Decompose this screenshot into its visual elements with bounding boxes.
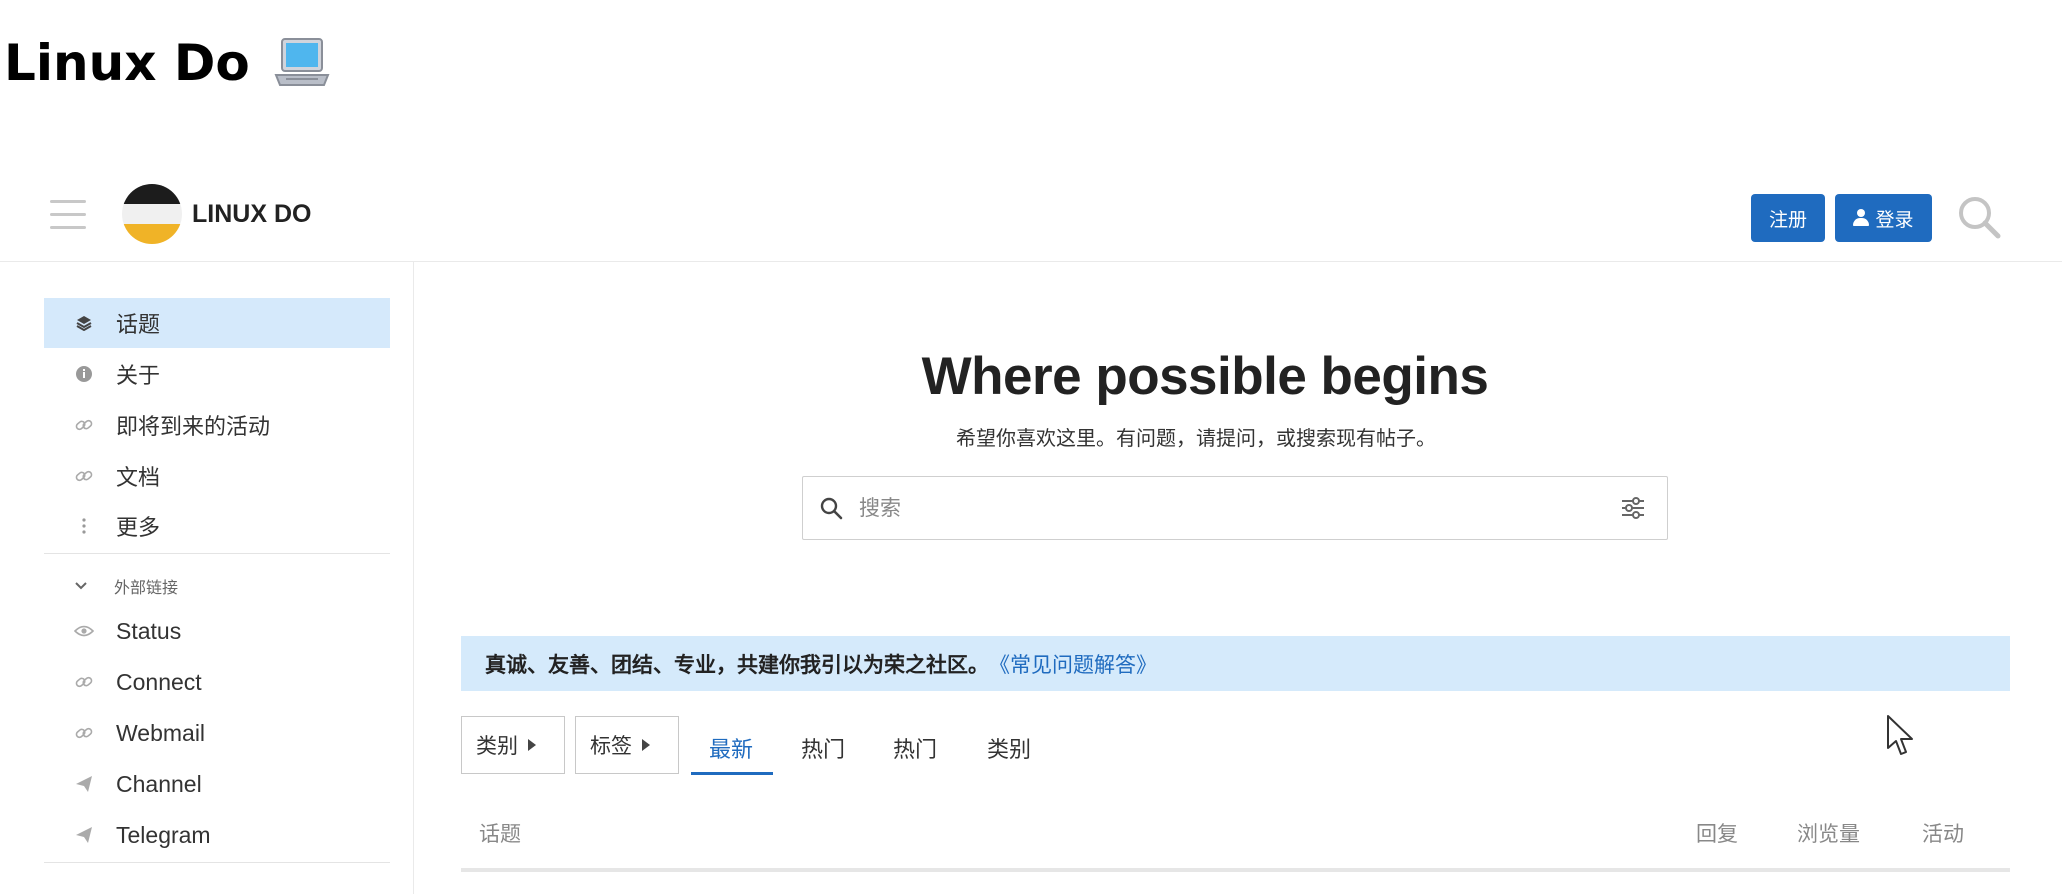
register-button[interactable]: 注册 [1751, 194, 1825, 242]
site-header: LINUX DO 注册 登录 [0, 170, 2062, 262]
tag-dropdown[interactable]: 标签 [575, 716, 679, 774]
sidebar-divider [44, 862, 390, 863]
site-logo[interactable] [122, 184, 182, 244]
sidebar-section-label: 外部链接 [114, 578, 179, 597]
send-icon [74, 825, 94, 845]
sidebar-item-telegram[interactable]: Telegram [44, 810, 390, 860]
column-header-views[interactable]: 浏览量 [1797, 818, 1860, 848]
sidebar-item-label: 更多 [116, 516, 161, 541]
search-filters-icon[interactable] [1619, 494, 1647, 522]
topic-table-header: 话题 回复 浏览量 活动 [461, 808, 2010, 868]
banner-text: 真诚、友善、团结、专业，共建你我引以为荣之社区。 [485, 652, 989, 677]
column-header-topic[interactable]: 话题 [479, 818, 521, 848]
register-label: 注册 [1768, 208, 1807, 231]
search-box[interactable] [802, 476, 1668, 540]
sidebar-item-label: Telegram [116, 821, 211, 848]
active-tab-indicator [691, 772, 773, 775]
sidebar-item-label: Connect [116, 668, 202, 695]
mouse-cursor-icon [1887, 715, 1913, 755]
search-icon[interactable] [1956, 194, 2002, 240]
sidebar-item-connect[interactable]: Connect [44, 657, 390, 707]
hero-title: Where possible begins [921, 347, 1489, 406]
column-header-activity[interactable]: 活动 [1922, 818, 1964, 848]
eye-icon [74, 621, 94, 641]
table-divider [461, 868, 2010, 872]
search-icon [820, 497, 843, 520]
sidebar-item-label: 文档 [116, 466, 161, 491]
hero-subtitle: 希望你喜欢这里。有问题，请提问，或搜索现有帖子。 [956, 426, 1436, 450]
sidebar-item-label: Channel [116, 770, 202, 797]
sidebar-section-external-links[interactable]: 外部链接 [44, 571, 178, 601]
hero: Where possible begins [0, 346, 2062, 407]
sidebar-item-docs[interactable]: 文档 [44, 451, 390, 501]
category-dropdown-label: 类别 [476, 734, 518, 758]
link-icon [74, 723, 94, 743]
sidebar-item-label: Webmail [116, 719, 206, 746]
page-title: Linux Do [4, 34, 330, 92]
caret-right-icon [642, 739, 650, 751]
tab-hot[interactable]: 热门 [801, 732, 845, 764]
hamburger-menu-icon[interactable] [50, 200, 86, 232]
link-icon [74, 415, 94, 435]
caret-right-icon [528, 739, 536, 751]
tab-latest[interactable]: 最新 [709, 732, 753, 764]
sidebar-item-status[interactable]: Status [44, 606, 390, 656]
sidebar-item-events[interactable]: 即将到来的活动 [44, 400, 390, 450]
login-label: 登录 [1875, 208, 1914, 231]
welcome-banner: 真诚、友善、团结、专业，共建你我引以为荣之社区。 《常见问题解答》 [461, 636, 2010, 691]
sidebar-item-label: 话题 [116, 313, 161, 338]
send-icon [74, 774, 94, 794]
login-button[interactable]: 登录 [1835, 194, 1932, 242]
topic-nav: 类别 标签 最新 热门 热门 类别 [461, 716, 2010, 776]
site-name[interactable]: LINUX DO [192, 200, 311, 229]
link-icon [74, 672, 94, 692]
sidebar-item-channel[interactable]: Channel [44, 759, 390, 809]
sidebar-item-label: Status [116, 617, 182, 644]
sidebar-item-webmail[interactable]: Webmail [44, 708, 390, 758]
sidebar-item-label: 即将到来的活动 [116, 415, 271, 440]
tab-categories[interactable]: 类别 [987, 732, 1031, 764]
laptop-icon [274, 38, 330, 86]
page-title-text: Linux Do [4, 34, 250, 92]
layers-icon [74, 313, 94, 333]
more-icon [74, 516, 94, 536]
chevron-down-icon [74, 581, 90, 591]
sidebar-item-more[interactable]: 更多 [44, 501, 390, 551]
faq-link[interactable]: 《常见问题解答》 [989, 649, 1157, 679]
user-icon [1853, 209, 1870, 227]
sidebar-divider [44, 553, 390, 554]
tag-dropdown-label: 标签 [590, 734, 632, 758]
search-input[interactable] [859, 496, 1619, 520]
category-dropdown[interactable]: 类别 [461, 716, 565, 774]
tab-top[interactable]: 热门 [893, 732, 937, 764]
column-header-replies[interactable]: 回复 [1696, 818, 1738, 848]
sidebar-item-topics[interactable]: 话题 [44, 298, 390, 348]
link-icon [74, 466, 94, 486]
